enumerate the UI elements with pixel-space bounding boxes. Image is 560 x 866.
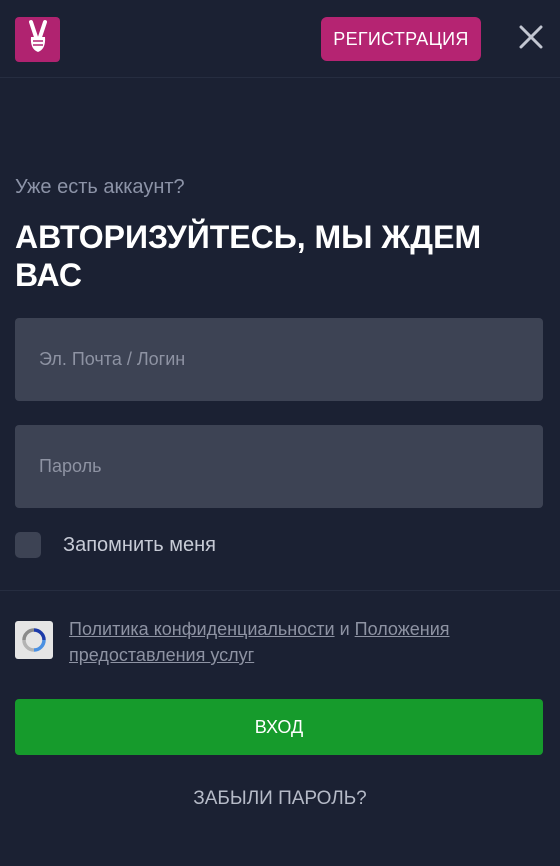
victory-hand-icon <box>25 19 51 60</box>
email-login-input[interactable] <box>15 318 543 401</box>
divider <box>0 590 560 591</box>
close-icon <box>519 25 543 54</box>
logo[interactable] <box>15 17 60 62</box>
register-button[interactable]: РЕГИСТРАЦИЯ <box>321 17 481 61</box>
password-input[interactable] <box>15 425 543 508</box>
policy-conjunction: и <box>339 619 350 639</box>
login-subtitle: Уже есть аккаунт? <box>15 176 185 198</box>
forgot-password-link[interactable]: ЗАБЫЛИ ПАРОЛЬ? <box>0 788 560 810</box>
remember-me-checkbox[interactable]: Запомнить меня <box>15 532 216 558</box>
recaptcha-icon <box>15 621 53 659</box>
close-button[interactable] <box>514 22 548 56</box>
page-title: АВТОРИЗУЙТЕСЬ, МЫ ЖДЕМ ВАС <box>15 219 482 293</box>
login-page: РЕГИСТРАЦИЯ Уже есть аккаунт? АВТОРИЗУЙТ… <box>0 0 560 866</box>
policy-text: Политика конфиденциальности и Положения … <box>69 616 539 668</box>
header: РЕГИСТРАЦИЯ <box>0 0 560 78</box>
checkbox-box[interactable] <box>15 532 41 558</box>
privacy-policy-link[interactable]: Политика конфиденциальности <box>69 619 335 639</box>
remember-me-label: Запомнить меня <box>63 533 217 556</box>
login-button[interactable]: ВХОД <box>15 699 543 755</box>
